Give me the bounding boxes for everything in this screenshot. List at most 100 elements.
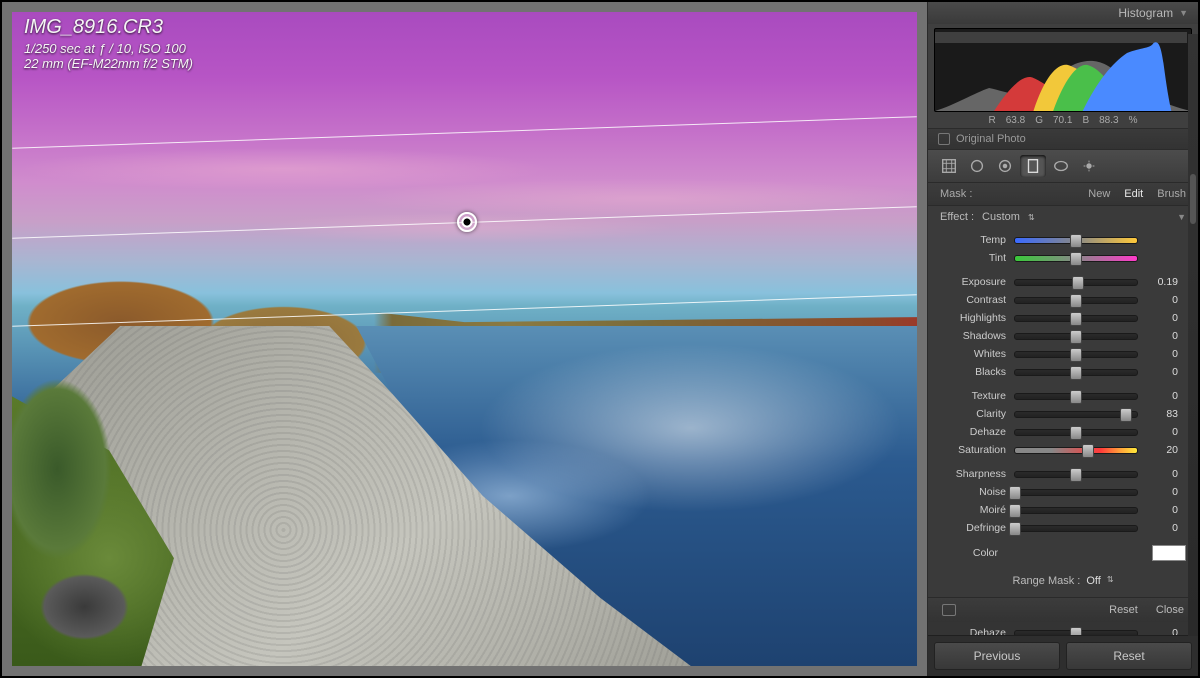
slider-thumb[interactable] [1009,486,1021,500]
slider-track[interactable] [1014,447,1138,454]
brush-tool[interactable] [1076,155,1102,177]
slider-contrast[interactable]: Contrast0 [938,291,1188,309]
slider-track[interactable] [1014,507,1138,514]
slider-thumb[interactable] [1082,444,1094,458]
mask-brush[interactable]: Brush [1157,188,1186,200]
slider-section: Temp Tint Exposure0.19Contrast0Highlights0… [928,228,1198,539]
slider-thumb[interactable] [1070,390,1082,404]
slider-thumb[interactable] [1070,348,1082,362]
slider-track[interactable] [1014,315,1138,322]
checkbox-icon[interactable] [938,133,950,145]
slider-blacks[interactable]: Blacks0 [938,363,1188,381]
readout-g-label: G [1035,115,1043,126]
slider-thumb[interactable] [1009,522,1021,536]
slider-track[interactable] [1014,333,1138,340]
mask-mode-row: Mask : New Edit Brush [928,183,1198,206]
slider-track[interactable] [1014,630,1138,636]
slider-track[interactable] [1014,525,1138,532]
adjustments-scroll[interactable]: Effect : Custom ⇅ ▼ Temp Tint Exposure0.19… [928,206,1198,635]
slider-thumb[interactable] [1070,330,1082,344]
image-info-overlay: IMG_8916.CR3 1/250 sec at ƒ / 10, ISO 10… [24,16,193,71]
slider-tint[interactable]: Tint [938,249,1188,267]
graduated-filter-pin[interactable] [457,212,477,232]
readout-pct: % [1129,115,1138,126]
slider-track[interactable] [1014,279,1138,286]
crop-tool[interactable] [936,155,962,177]
color-swatch[interactable] [1152,545,1186,561]
slider-thumb[interactable] [1070,294,1082,308]
slider-clarity[interactable]: Clarity83 [938,405,1188,423]
slider-label: Texture [948,390,1006,402]
triangle-down-icon[interactable]: ▼ [1177,212,1186,222]
effect-value[interactable]: Custom [982,211,1020,223]
redeye-tool[interactable] [992,155,1018,177]
slider-whites[interactable]: Whites0 [938,345,1188,363]
image-preview[interactable]: IMG_8916.CR3 1/250 sec at ƒ / 10, ISO 10… [2,2,927,676]
histogram-display[interactable]: ◤ ◥ [934,28,1192,112]
slider-dehaze[interactable]: Dehaze0 [938,423,1188,441]
slider-value: 0 [1146,426,1178,438]
slider-value: 0 [1146,330,1178,342]
slider-exposure[interactable]: Exposure0.19 [938,273,1188,291]
slider-moiré[interactable]: Moiré0 [938,501,1188,519]
slider-dehaze[interactable]: Dehaze0 [938,624,1188,635]
original-photo-toggle[interactable]: Original Photo [928,128,1198,150]
slider-label: Blacks [948,366,1006,378]
slider-track[interactable] [1014,237,1138,244]
spot-removal-tool[interactable] [964,155,990,177]
readout-b: 88.3 [1099,115,1118,126]
slider-thumb[interactable] [1070,252,1082,266]
slider-track[interactable] [1014,429,1138,436]
histogram-panel-header[interactable]: Histogram ▼ [928,2,1198,24]
filter-reset-button[interactable]: Reset [1109,604,1138,616]
slider-defringe[interactable]: Defringe0 [938,519,1188,537]
slider-saturation[interactable]: Saturation20 [938,441,1188,459]
slider-track[interactable] [1014,351,1138,358]
slider-shadows[interactable]: Shadows 0 [938,327,1188,345]
range-mask-value[interactable]: Off [1086,575,1100,587]
reset-button[interactable]: Reset [1066,642,1192,670]
color-label: Color [940,547,998,559]
slider-track[interactable] [1014,393,1138,400]
slider-thumb[interactable] [1120,408,1132,422]
slider-thumb[interactable] [1070,468,1082,482]
range-mask-row[interactable]: Range Mask : Off ⇅ [928,567,1198,597]
panel-scrollbar[interactable] [1188,34,1198,636]
slider-thumb[interactable] [1009,504,1021,518]
readout-r-label: R [989,115,996,126]
slider-track[interactable] [1014,369,1138,376]
mask-new[interactable]: New [1088,188,1110,200]
panel-footer: Previous Reset [928,635,1198,676]
slider-label: Shadows [948,330,1006,342]
slider-label: Tint [948,252,1006,264]
graduated-filter-tool[interactable] [1020,155,1046,177]
color-row[interactable]: Color [928,539,1198,567]
slider-track[interactable] [1014,471,1138,478]
slider-highlights[interactable]: Highlights0 [938,309,1188,327]
slider-thumb[interactable] [1070,627,1082,636]
slider-track[interactable] [1014,255,1138,262]
slider-thumb[interactable] [1070,234,1082,248]
slider-track[interactable] [1014,297,1138,304]
slider-track[interactable] [1014,411,1138,418]
slider-thumb[interactable] [1070,426,1082,440]
slider-thumb[interactable] [1070,312,1082,326]
effect-row[interactable]: Effect : Custom ⇅ ▼ [928,206,1198,228]
slider-texture[interactable]: Texture0 [938,387,1188,405]
slider-temp[interactable]: Temp [938,231,1188,249]
slider-value: 20 [1146,444,1178,456]
readout-b-label: B [1082,115,1089,126]
slider-value: 0 [1146,504,1178,516]
previous-button[interactable]: Previous [934,642,1060,670]
slider-noise[interactable]: Noise0 [938,483,1188,501]
slider-thumb[interactable] [1070,366,1082,380]
image-exposure-meta: 1/250 sec at ƒ / 10, ISO 100 [24,41,193,56]
slider-label: Whites [948,348,1006,360]
filter-close-button[interactable]: Close [1156,604,1184,616]
slider-sharpness[interactable]: Sharpness0 [938,465,1188,483]
mask-edit[interactable]: Edit [1124,188,1143,200]
radial-filter-tool[interactable] [1048,155,1074,177]
slider-track[interactable] [1014,489,1138,496]
slider-thumb[interactable] [1072,276,1084,290]
before-after-icon[interactable] [942,604,956,616]
